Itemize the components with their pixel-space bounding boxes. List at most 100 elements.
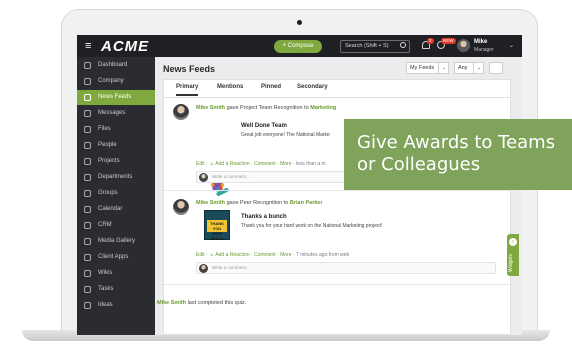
post-header: Mike Smith gave Project Team Recognition…: [196, 105, 336, 111]
sidebar-item-label: Departments: [98, 174, 133, 180]
sidebar-item-label: Calendar: [98, 206, 123, 212]
sidebar-item-news-feeds[interactable]: News Feeds: [77, 90, 155, 105]
sidebar-item-media-gallery[interactable]: Media Gallery: [77, 234, 155, 249]
thank-you-card-text: THANK YOU VERY MUCH: [207, 220, 227, 241]
sidebar-item-label: Projects: [98, 158, 120, 164]
post-card-body: Thank you for your hard work on the Nati…: [241, 223, 383, 229]
sidebar-item-label: CRM: [98, 222, 112, 228]
post-actions: Edit · ☺ Add a Reaction · Comment · More…: [196, 161, 326, 167]
promo-callout: Give Awards to Teams or Colleagues: [344, 119, 572, 190]
post-timestamp: 7 minutes ago from web: [295, 252, 350, 258]
departments-icon: [84, 174, 91, 181]
post-author-link[interactable]: Mike Smith: [196, 200, 225, 206]
user-name[interactable]: Mike: [474, 39, 487, 45]
edit-link[interactable]: Edit: [196, 161, 205, 167]
chevron-left-icon[interactable]: ‹: [509, 238, 517, 246]
tab-secondary[interactable]: Secondary: [297, 84, 328, 90]
sidebar-item-client-apps[interactable]: Client Apps: [77, 250, 155, 265]
file-icon: [84, 126, 91, 133]
camera-icon: [297, 20, 302, 25]
compose-button[interactable]: + Compose: [274, 40, 322, 53]
comment-link[interactable]: Comment: [254, 252, 276, 258]
chevron-down-icon[interactable]: ⌄: [509, 42, 514, 49]
page-title: News Feeds: [163, 64, 216, 74]
company-icon: [84, 78, 91, 85]
post-divider: [164, 190, 510, 191]
add-reaction-label: Add a Reaction: [215, 252, 250, 258]
calendar-icon: [84, 206, 91, 213]
sidebar-item-messages[interactable]: Messages: [77, 106, 155, 121]
sidebar-item-groups[interactable]: Groups: [77, 186, 155, 201]
sidebar-item-files[interactable]: Files: [77, 122, 155, 137]
tab-primary[interactable]: Primary: [176, 84, 199, 96]
notification-badge: 2: [427, 38, 434, 44]
widgets-label: Widgets: [508, 253, 514, 272]
chevron-down-icon[interactable]: ⌄: [438, 62, 449, 74]
projects-icon: [84, 158, 91, 165]
sidebar-item-company[interactable]: Company: [77, 74, 155, 89]
apps-icon: [84, 254, 91, 261]
tab-mentions[interactable]: Mentions: [217, 84, 243, 90]
video-icon: [84, 238, 91, 245]
comment-link[interactable]: Comment: [254, 161, 276, 167]
tab-pinned[interactable]: Pinned: [261, 84, 281, 90]
mail-icon: [84, 110, 91, 117]
new-badge: NEW: [441, 38, 456, 44]
sidebar: Dashboard Company News Feeds Messages Files P…: [77, 57, 155, 335]
sidebar-item-tasks[interactable]: Tasks: [77, 282, 155, 297]
post-author-link[interactable]: Mike Smith: [196, 105, 225, 111]
sidebar-item-calendar[interactable]: Calendar: [77, 202, 155, 217]
sidebar-item-label: Tasks: [98, 286, 114, 292]
add-reaction-link[interactable]: ☺ Add a Reaction: [209, 252, 249, 258]
groups-icon: [84, 190, 91, 197]
sidebar-item-people[interactable]: People: [77, 138, 155, 153]
top-bar: ≡ ACME + Compose Search (Shift + S) 2 NE…: [77, 35, 522, 57]
sidebar-item-wikis[interactable]: Wikis: [77, 266, 155, 281]
post-author-avatar[interactable]: [173, 199, 189, 215]
search-icon[interactable]: [400, 42, 406, 48]
sidebar-item-crm[interactable]: CRM: [77, 218, 155, 233]
more-options-button[interactable]: [489, 62, 503, 74]
sidebar-item-label: People: [98, 142, 117, 148]
menu-icon[interactable]: ≡: [85, 40, 91, 52]
post-actions: Edit · ☺ Add a Reaction · Comment · More…: [196, 252, 350, 258]
post-target-link[interactable]: Brian Parker: [290, 200, 323, 206]
sidebar-item-ideas[interactable]: Ideas: [77, 298, 155, 313]
post-card-title: Well Done Team: [241, 123, 287, 129]
chevron-down-icon[interactable]: ⌄: [473, 62, 484, 74]
app-logo[interactable]: ACME: [101, 38, 149, 55]
sidebar-item-label: Client Apps: [98, 254, 129, 260]
post-header: Mike Smith last completed this quiz.: [157, 300, 246, 306]
post-action-text: gave Peer Recognition to: [226, 200, 289, 206]
add-reaction-link[interactable]: ☺ Add a Reaction: [209, 161, 249, 167]
sidebar-item-label: Company: [98, 78, 124, 84]
comment-input[interactable]: Write a comment...: [196, 262, 496, 274]
comment-placeholder: Write a comment...: [212, 265, 250, 270]
sidebar-item-label: Ideas: [98, 302, 113, 308]
home-icon: [84, 62, 91, 69]
post-card-body: Great job everyone! The National Marke: [241, 132, 330, 138]
sidebar-item-departments[interactable]: Departments: [77, 170, 155, 185]
avatar[interactable]: [457, 39, 470, 52]
sidebar-item-dashboard[interactable]: Dashboard: [77, 58, 155, 73]
feed-panel: Primary Mentions Pinned Secondary Mike S…: [163, 79, 511, 335]
wiki-icon: [84, 270, 91, 277]
sidebar-item-label: Messages: [98, 110, 126, 116]
comment-placeholder: Write a comment...: [212, 174, 250, 179]
more-link[interactable]: More: [280, 252, 291, 258]
widgets-tab[interactable]: ‹ Widgets: [507, 234, 519, 276]
sidebar-item-projects[interactable]: Projects: [77, 154, 155, 169]
tasks-icon: [84, 286, 91, 293]
post-target-link[interactable]: Marketing: [310, 105, 336, 111]
sidebar-item-label: News Feeds: [98, 94, 132, 100]
edit-link[interactable]: Edit: [196, 252, 205, 258]
avatar: [199, 264, 208, 273]
post-author-link[interactable]: Mike Smith: [157, 300, 186, 306]
main-content: News Feeds My Feeds ⌄ Any ⌄ Primary Ment…: [155, 57, 522, 335]
add-reaction-label: Add a Reaction: [215, 161, 250, 167]
post-action-text: gave Project Team Recognition to: [226, 105, 309, 111]
feed-icon: [84, 94, 91, 101]
post-action-text: last completed this quiz.: [187, 300, 247, 306]
more-link[interactable]: More: [280, 161, 291, 167]
post-author-avatar[interactable]: [173, 104, 189, 120]
